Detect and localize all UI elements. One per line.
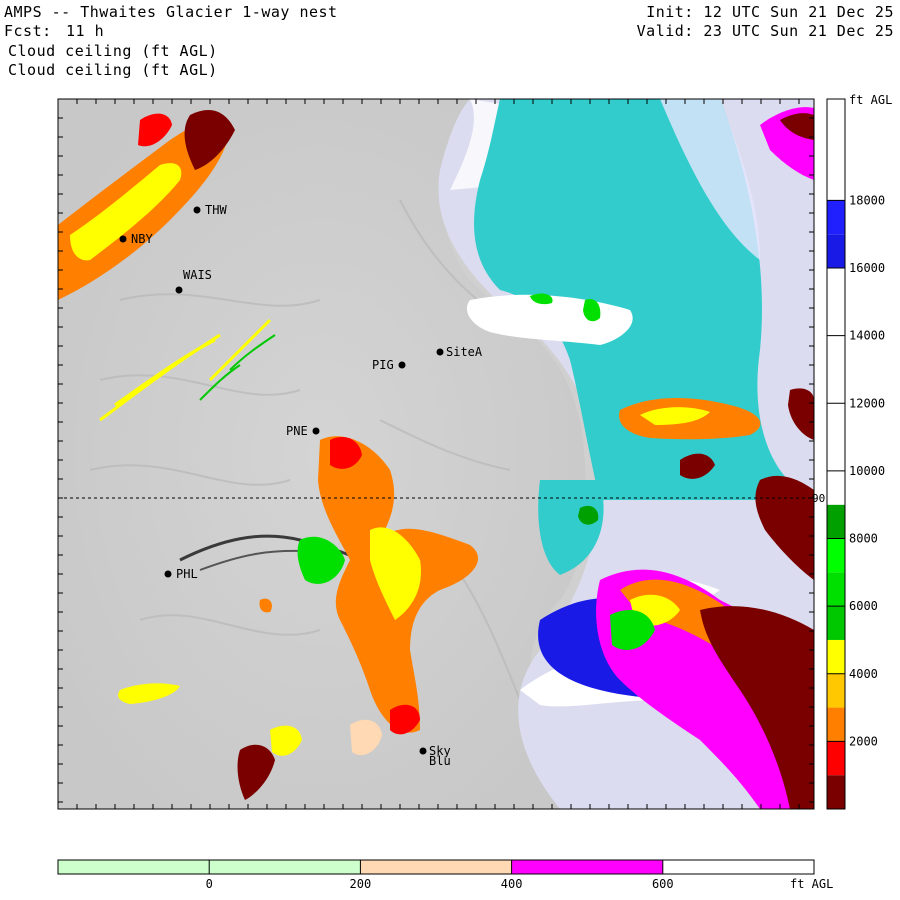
- right-colorbar-band: [827, 606, 845, 640]
- right-colorbar-band: [827, 741, 845, 776]
- station-PHL-marker: [164, 570, 172, 578]
- right-colorbar-band: [827, 673, 845, 708]
- right-colorbar-band: [827, 504, 845, 539]
- station-PNE-label: PNE: [286, 424, 308, 438]
- bottom-colorbar-tick-label: 600: [652, 877, 674, 891]
- right-colorbar-tick-label: 14000: [849, 329, 885, 343]
- right-colorbar-band: [827, 707, 845, 742]
- bottom-colorbar-band: [209, 860, 361, 874]
- map-canvas: 90 W THW NBY WAIS PIG SiteA PNE PHL Sky …: [57, 93, 892, 891]
- station-NBY-label: NBY: [131, 232, 153, 246]
- station-PIG-marker: [398, 361, 406, 369]
- right-colorbar-tick-label: 2000: [849, 734, 878, 748]
- bottom-colorbar-band: [360, 860, 512, 874]
- right-colorbar: 2000 4000 6000 8000 10000 12000 14000 16000 1800…: [826, 98, 885, 810]
- right-colorbar-band: [827, 639, 845, 674]
- right-colorbar-tick-label: 18000: [849, 193, 885, 207]
- bottom-colorbar-band: [662, 860, 814, 874]
- station-NBY-marker: [119, 235, 127, 243]
- right-colorbar-band: [827, 470, 845, 505]
- map-field: [58, 99, 814, 809]
- right-colorbar-band: [827, 335, 845, 370]
- right-colorbar-band: [827, 132, 845, 167]
- right-colorbar-band: [827, 301, 845, 336]
- bottom-colorbar-tick-label: 200: [350, 877, 372, 891]
- right-colorbar-tick-label: 8000: [849, 532, 878, 546]
- station-Sky-marker: [419, 747, 427, 755]
- station-THW-label: THW: [205, 203, 227, 217]
- station-WAIS-marker: [175, 286, 183, 294]
- right-colorbar-band: [827, 200, 845, 235]
- right-colorbar-band: [827, 775, 845, 809]
- station-THW-marker: [193, 206, 201, 214]
- bottom-colorbar: 0 200 400 600: [57, 859, 815, 891]
- bottom-colorbar-unit: ft AGL: [790, 877, 833, 891]
- bottom-colorbar-band: [58, 860, 210, 874]
- right-colorbar-tick-label: 12000: [849, 396, 885, 410]
- right-colorbar-unit: ft AGL: [849, 93, 892, 107]
- right-colorbar-tick-label: 4000: [849, 667, 878, 681]
- bottom-colorbar-tick-label: 400: [501, 877, 523, 891]
- bottom-colorbar-band: [511, 860, 663, 874]
- station-Blu-label: Blu: [429, 754, 451, 768]
- right-colorbar-band: [827, 234, 845, 269]
- right-colorbar-band: [827, 403, 845, 438]
- station-PNE-marker: [312, 427, 320, 435]
- bottom-colorbar-tick-label: 0: [206, 877, 213, 891]
- right-colorbar-band: [827, 538, 845, 573]
- station-SiteA-label: SiteA: [446, 345, 483, 359]
- station-SiteA-marker: [436, 348, 444, 356]
- station-PIG-label: PIG: [372, 358, 394, 372]
- right-colorbar-tick-label: 16000: [849, 261, 885, 275]
- right-colorbar-band: [827, 166, 845, 201]
- right-colorbar-band: [827, 268, 845, 302]
- station-WAIS-label: WAIS: [183, 268, 212, 282]
- right-colorbar-band: [827, 369, 845, 404]
- right-colorbar-band: [827, 437, 845, 471]
- right-colorbar-band: [827, 99, 845, 133]
- station-PHL-label: PHL: [176, 567, 198, 581]
- right-colorbar-tick-label: 10000: [849, 464, 885, 478]
- right-colorbar-tick-label: 6000: [849, 599, 878, 613]
- right-colorbar-band: [827, 572, 845, 607]
